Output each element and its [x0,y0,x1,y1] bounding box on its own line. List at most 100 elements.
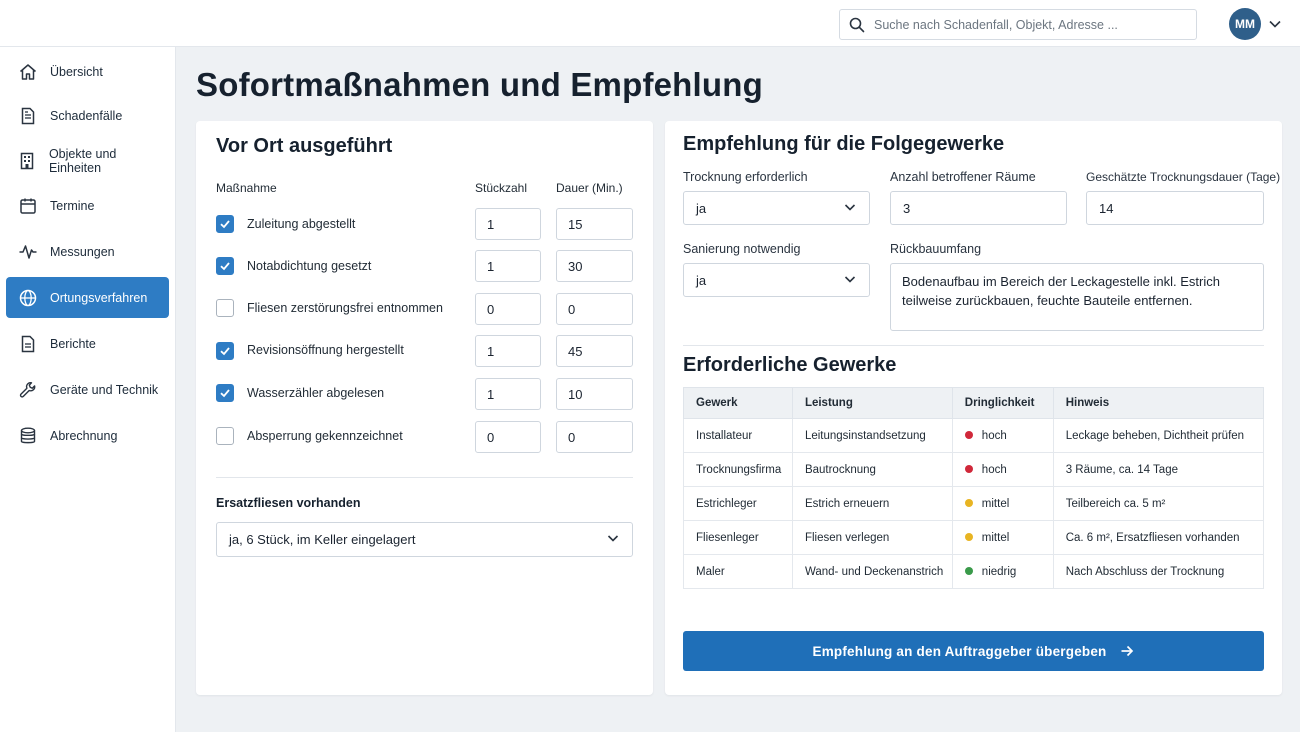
page-title: Sofortmaßnahmen und Empfehlung [196,66,763,103]
service-cell: Wand- und Deckenanstrich [791,554,953,589]
measure-checkbox[interactable] [216,342,234,360]
count-input[interactable]: 0 [475,421,541,453]
drying-days-input[interactable]: 14 [1086,191,1264,225]
sidebar-item-messungen[interactable]: Messungen [6,231,169,272]
urgency-label: mittel [981,497,1010,510]
trade-cell: Installateur [683,418,793,453]
select-value: ja [696,200,707,216]
column-header-measure: Maßnahme [216,181,277,195]
count-input[interactable]: 1 [475,250,541,282]
sidebar-item-ortungsverfahren[interactable]: Ortungsverfahren [6,277,169,318]
sidebar-item-termine[interactable]: Termine [6,185,169,226]
table-row[interactable]: Maler Wand- und Deckenanstrich niedrig N… [683,554,1265,589]
sidebar-item-label: Schadenfälle [50,108,123,123]
on-site-card: Vor Ort ausgeführt Maßnahme Stückzahl Da… [196,121,653,695]
measure-checkbox[interactable] [216,299,234,317]
sidebar-item-uebersicht[interactable]: Übersicht [6,51,169,92]
rooms-label: Anzahl betroffener Räume [890,170,1036,184]
duration-input[interactable]: 0 [556,421,633,453]
count-input[interactable]: 1 [475,335,541,367]
drying-select[interactable]: ja [683,191,870,225]
service-cell: Bautrocknung [791,452,953,487]
urgency-dot [964,430,973,439]
table-header-row: Gewerk Leistung Dringlichkeit Hinweis [683,387,1265,419]
submit-recommendation-button[interactable]: Empfehlung an den Auftraggeber übergeben [683,631,1264,671]
measure-label: Fliesen zerstörungsfrei entnommen [247,301,443,315]
spare-tiles-label: Ersatzfliesen vorhanden [216,496,361,510]
duration-input[interactable]: 15 [556,208,633,240]
rooms-input[interactable]: 3 [890,191,1067,225]
measure-label: Zuleitung abgestellt [247,217,356,231]
service-cell: Estrich erneuern [791,486,953,521]
sidebar-item-schadenfaelle[interactable]: Schadenfälle [6,95,169,136]
arrow-right-icon [1119,643,1135,659]
measure-checkbox[interactable] [216,215,234,233]
table-row[interactable]: Installateur Leitungsinstandsetzung hoch… [683,418,1265,453]
measure-label: Absperrung gekennzeichnet [247,429,403,443]
check-icon [220,347,230,356]
count-input[interactable]: 1 [475,208,541,240]
note-cell: Teilbereich ca. 5 m² [1052,486,1265,521]
urgency-dot [964,532,973,541]
note-cell: 3 Räume, ca. 14 Tage [1052,452,1265,487]
trade-cell: Fliesenleger [683,520,793,555]
table-row[interactable]: Trocknungsfirma Bautrocknung hoch 3 Räum… [683,452,1265,487]
dismantling-label: Rückbauumfang [890,242,982,256]
duration-input[interactable]: 30 [556,250,633,282]
document-icon [6,106,50,126]
sidebar-item-label: Objekte und Einheiten [48,146,117,175]
column-header: Gewerk [683,387,793,419]
column-header-duration: Dauer (Min.) [556,181,623,195]
sidebar-item-abrechnung[interactable]: Abrechnung [6,415,169,456]
report-icon [6,334,50,354]
duration-input[interactable]: 45 [556,335,633,367]
dismantling-textarea[interactable]: Bodenaufbau im Bereich der Leckagestelle… [890,263,1264,331]
top-bar: MM [0,0,1300,47]
urgency-label: hoch [981,429,1007,442]
chevron-down-icon[interactable] [1268,17,1282,36]
spare-tiles-select[interactable]: ja, 6 Stück, im Keller eingelagert [216,522,633,557]
urgency-dot [964,464,973,473]
chevron-down-icon [843,272,857,289]
duration-input[interactable]: 10 [556,378,633,410]
drying-label: Trocknung erforderlich [683,170,808,184]
sidebar-item-berichte[interactable]: Berichte [6,323,169,364]
duration-input[interactable]: 0 [556,293,633,325]
column-header-count: Stückzahl [475,181,528,195]
measure-label: Notabdichtung gesetzt [247,259,372,273]
select-value: ja [696,272,707,288]
pulse-icon [6,242,50,262]
measure-checkbox[interactable] [216,384,234,402]
sidebar-item-objekte[interactable]: Objekte und Einheiten [6,140,169,181]
count-input[interactable]: 0 [475,293,541,325]
sidebar-item-geraete[interactable]: Geräte und Technik [6,369,169,410]
wrench-icon [6,380,50,400]
drying-days-label: Geschätzte Trocknungsdauer (Tage) [1086,170,1281,184]
trades-table: Gewerk Leistung Dringlichkeit Hinweis In… [683,387,1265,589]
search-icon [840,17,874,33]
search-box[interactable] [839,9,1197,40]
button-label: Empfehlung an den Auftraggeber übergeben [812,643,1107,659]
search-input[interactable] [874,17,1174,32]
urgency-dot [964,498,973,507]
divider [683,345,1264,346]
urgency-cell: mittel [951,486,1054,521]
measure-checkbox[interactable] [216,257,234,275]
service-cell: Fliesen verlegen [791,520,953,555]
count-input[interactable]: 1 [475,378,541,410]
user-avatar[interactable]: MM [1229,8,1261,40]
home-icon [6,62,50,82]
card-title: Vor Ort ausgeführt [216,135,393,157]
note-cell: Leckage beheben, Dichtheit prüfen [1052,418,1265,453]
urgency-label: niedrig [981,565,1017,578]
urgency-cell: niedrig [951,554,1054,589]
measure-checkbox[interactable] [216,427,234,445]
check-icon [220,262,230,271]
column-header: Leistung [791,387,953,419]
sidebar-item-label: Termine [50,198,95,213]
table-row[interactable]: Fliesenleger Fliesen verlegen mittel Ca.… [683,520,1265,555]
table-row[interactable]: Estrichleger Estrich erneuern mittel Tei… [683,486,1265,521]
renovation-select[interactable]: ja [683,263,870,297]
sidebar-item-label: Abrechnung [50,428,118,443]
note-cell: Nach Abschluss der Trocknung [1052,554,1265,589]
